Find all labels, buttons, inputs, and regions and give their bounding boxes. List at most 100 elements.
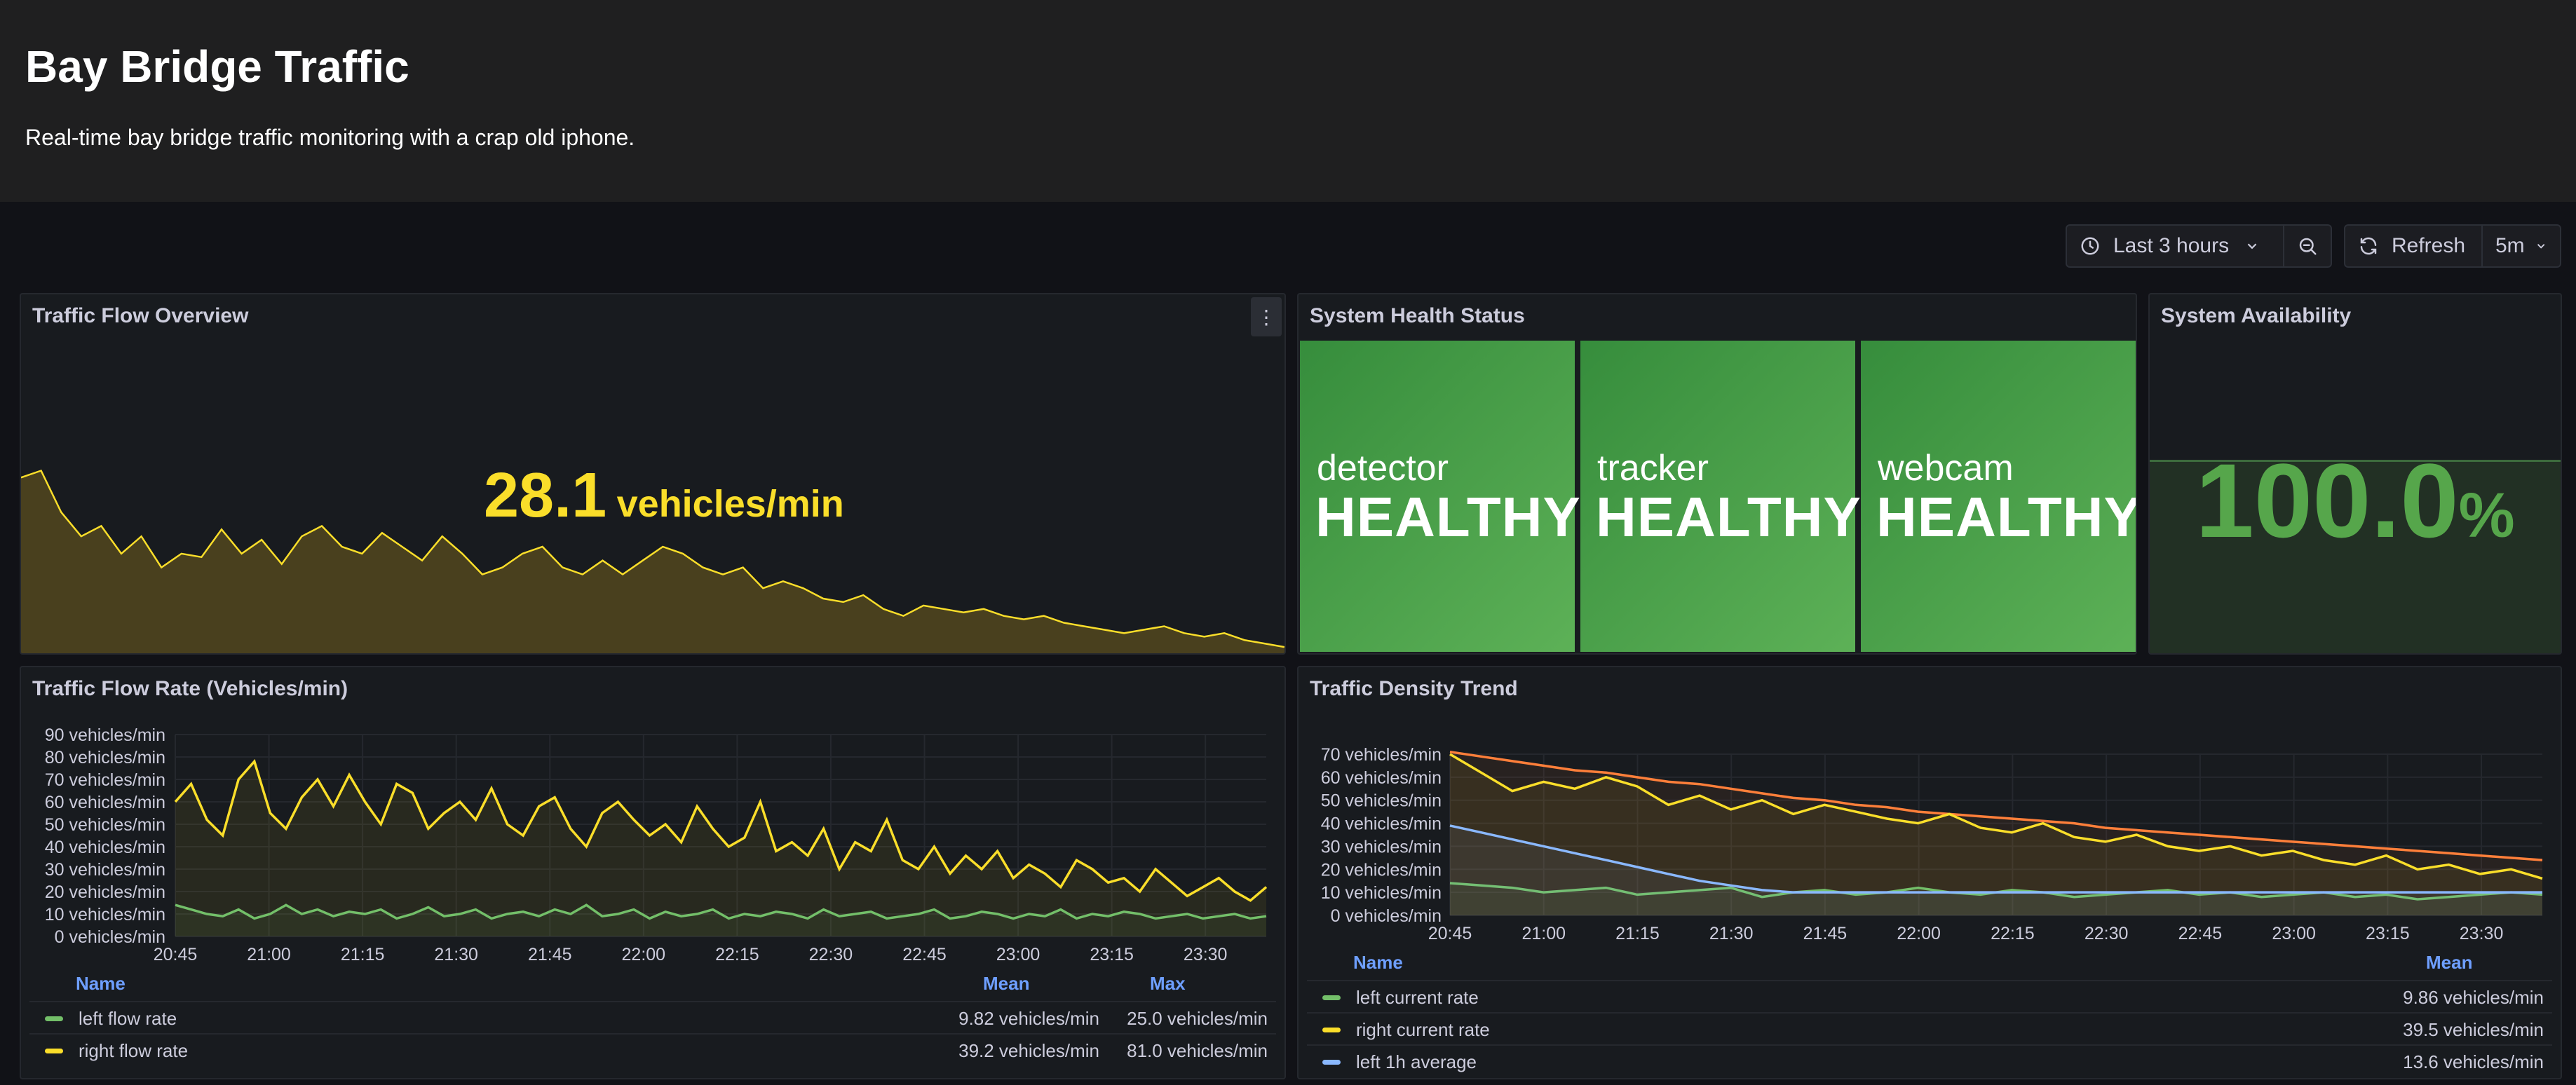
- legend-row[interactable]: left flow rate 9.82 vehicles/min 25.0 ve…: [29, 1001, 1276, 1035]
- x-tick-label: 22:15: [715, 945, 759, 964]
- dashboard-title: Bay Bridge Traffic: [25, 41, 409, 92]
- legend-mean: 39.5 vehicles/min: [2403, 1019, 2544, 1040]
- x-tick-label: 21:30: [434, 945, 478, 964]
- y-tick-label: 60 vehicles/min: [45, 793, 165, 812]
- x-tick-label: 21:15: [1615, 924, 1660, 943]
- health-status: HEALTHY: [1596, 486, 1862, 548]
- x-tick-label: 20:45: [154, 945, 198, 964]
- legend-header-max: Max: [1150, 973, 1186, 994]
- x-tick-label: 22:45: [902, 945, 947, 964]
- sparkline-area: [21, 470, 1284, 653]
- y-tick-label: 10 vehicles/min: [1321, 883, 1442, 903]
- legend-header-mean: Mean: [2426, 952, 2473, 973]
- legend-max: 25.0 vehicles/min: [1127, 1008, 1268, 1029]
- y-tick-label: 30 vehicles/min: [45, 860, 165, 880]
- legend-row[interactable]: right flow rate 39.2 vehicles/min 81.0 v…: [29, 1033, 1276, 1067]
- clock-icon: [2081, 237, 2099, 255]
- y-tick-label: 0 vehicles/min: [1331, 906, 1442, 926]
- x-tick-label: 21:30: [1709, 924, 1754, 943]
- legend-mean: 39.2 vehicles/min: [958, 1040, 1099, 1061]
- legend-header-mean: Mean: [983, 973, 1030, 994]
- availability-value: 100.0: [2195, 442, 2459, 559]
- panel-title: Traffic Flow Overview: [32, 304, 249, 327]
- x-tick-label: 22:45: [2178, 924, 2223, 943]
- legend-row[interactable]: left 1h average 13.6 vehicles/min: [1307, 1044, 2552, 1078]
- density-trend-chart: 0 vehicles/min 10 vehicles/min 20 vehicles…: [1321, 745, 2543, 943]
- x-tick-label: 21:45: [528, 945, 572, 964]
- zoom-out-icon: [2299, 238, 2317, 255]
- legend-color-swatch: [1322, 1060, 1341, 1065]
- panel-traffic-density-trend[interactable]: Traffic Density Trend 0 vehicles/min 10 v…: [1297, 666, 2562, 1079]
- panel-title: Traffic Density Trend: [1310, 677, 1518, 700]
- panel-title: System Health Status: [1310, 304, 1525, 327]
- x-tick-label: 22:15: [1991, 924, 2035, 943]
- legend-color-swatch: [1322, 1028, 1341, 1032]
- refresh-button[interactable]: Refresh: [2345, 226, 2481, 266]
- x-tick-label: 23:00: [996, 945, 1040, 964]
- legend-row[interactable]: left current rate 9.86 vehicles/min: [1307, 980, 2552, 1014]
- panel-traffic-flow-overview[interactable]: Traffic Flow Overview ⋮ 28.1 vehicles/mi…: [20, 293, 1286, 655]
- health-tile-webcam: webcam HEALTHY: [1861, 341, 2136, 652]
- refresh-icon: [2360, 237, 2377, 255]
- y-tick-label: 50 vehicles/min: [1321, 791, 1442, 811]
- y-tick-label: 70 vehicles/min: [45, 770, 165, 790]
- legend-series-name: right flow rate: [79, 1040, 189, 1061]
- panel-menu-button[interactable]: ⋮: [1251, 297, 1282, 336]
- legend-color-swatch: [45, 1016, 63, 1021]
- legend-header-name: Name: [76, 973, 126, 994]
- y-tick-label: 70 vehicles/min: [1321, 745, 1442, 765]
- legend-header-name: Name: [1353, 952, 1403, 973]
- legend-color-swatch: [45, 1049, 63, 1053]
- x-tick-label: 22:00: [622, 945, 666, 964]
- y-tick-label: 20 vehicles/min: [1321, 860, 1442, 880]
- y-tick-label: 60 vehicles/min: [1321, 768, 1442, 788]
- legend-series-name: left current rate: [1356, 987, 1479, 1008]
- health-component-name: tracker: [1597, 448, 1709, 489]
- legend-series-name: right current rate: [1356, 1019, 1490, 1040]
- panel-title: Traffic Flow Rate (Vehicles/min): [32, 677, 348, 700]
- y-tick-label: 40 vehicles/min: [1321, 814, 1442, 834]
- x-tick-label: 21:45: [1803, 924, 1848, 943]
- health-status: HEALTHY: [1876, 486, 2137, 548]
- y-tick-label: 90 vehicles/min: [45, 725, 165, 745]
- legend-mean: 9.86 vehicles/min: [2403, 987, 2544, 1008]
- refresh-picker[interactable]: Refresh 5m: [2344, 224, 2561, 268]
- y-tick-label: 80 vehicles/min: [45, 748, 165, 767]
- x-tick-label: 23:30: [2460, 924, 2504, 943]
- y-tick-label: 10 vehicles/min: [45, 905, 165, 924]
- y-tick-label: 30 vehicles/min: [1321, 837, 1442, 857]
- legend-row[interactable]: right current rate 39.5 vehicles/min: [1307, 1012, 2552, 1046]
- y-tick-label: 50 vehicles/min: [45, 815, 165, 835]
- time-range-label: Last 3 hours: [2113, 234, 2230, 257]
- legend-color-swatch: [1322, 995, 1341, 1000]
- x-tick-label: 23:15: [2366, 924, 2410, 943]
- refresh-interval-dropdown[interactable]: 5m: [2481, 226, 2560, 266]
- legend-max: 81.0 vehicles/min: [1127, 1040, 1268, 1061]
- health-component-name: detector: [1317, 448, 1449, 489]
- x-tick-label: 22:30: [809, 945, 853, 964]
- refresh-interval-label: 5m: [2495, 234, 2525, 257]
- series-area: [175, 761, 1266, 936]
- time-range-picker[interactable]: Last 3 hours: [2066, 224, 2332, 268]
- refresh-label: Refresh: [2392, 234, 2466, 257]
- legend-mean: 13.6 vehicles/min: [2403, 1051, 2544, 1072]
- availability-unit: %: [2458, 481, 2515, 551]
- x-tick-label: 21:00: [247, 945, 291, 964]
- panel-system-availability[interactable]: System Availability 100.0%: [2148, 293, 2562, 655]
- legend-mean: 9.82 vehicles/min: [958, 1008, 1099, 1029]
- legend-series-name: left flow rate: [79, 1008, 177, 1029]
- time-range-button[interactable]: Last 3 hours: [2067, 226, 2283, 266]
- x-tick-label: 22:00: [1897, 924, 1941, 943]
- x-tick-label: 22:30: [2084, 924, 2129, 943]
- panel-traffic-flow-rate[interactable]: Traffic Flow Rate (Vehicles/min) 0 vehic…: [20, 666, 1286, 1079]
- panel-system-health-status[interactable]: System Health Status detector HEALTHY tr…: [1297, 293, 2137, 655]
- panel-title: System Availability: [2161, 304, 2352, 327]
- y-tick-label: 0 vehicles/min: [55, 927, 165, 947]
- zoom-out-button[interactable]: [2283, 226, 2331, 266]
- health-tile-tracker: tracker HEALTHY: [1580, 341, 1861, 652]
- flow-rate-chart: 0 vehicles/min 10 vehicles/min 20 vehicles…: [45, 725, 1268, 964]
- health-component-name: webcam: [1878, 448, 2014, 489]
- dashboard-description: Real-time bay bridge traffic monitoring …: [25, 125, 635, 150]
- x-tick-label: 23:00: [2272, 924, 2316, 943]
- chevron-down-icon: [2537, 244, 2545, 249]
